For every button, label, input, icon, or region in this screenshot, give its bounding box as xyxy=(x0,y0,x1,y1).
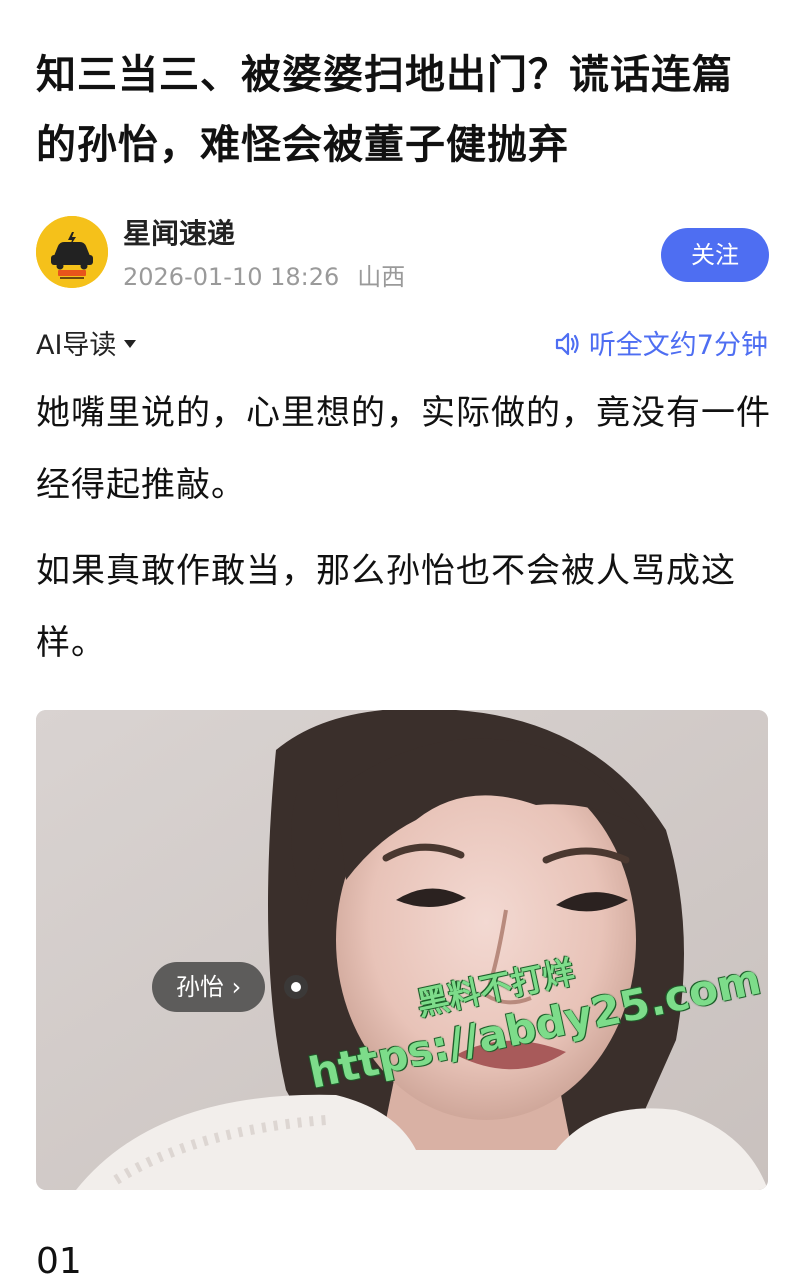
ai-guide-toggle[interactable]: AI导读 xyxy=(36,326,137,366)
speaker-icon xyxy=(555,332,579,355)
paragraph-1: 她嘴里说的，心里想的，实际做的，竟没有一件经得起推敲。 xyxy=(36,393,771,505)
publish-date: 2026-01-10 18:26 xyxy=(123,263,340,291)
car-logo-icon xyxy=(36,216,108,288)
paragraph-2: 如果真敢作敢当，那么孙怡也不会被人骂成这样。 xyxy=(36,551,736,663)
author-name[interactable]: 星闻速递 xyxy=(123,216,235,252)
article-title: 知三当三、被婆婆扫地出门？谎话连篇的孙怡，难怪会被董子健抛弃 xyxy=(36,52,733,168)
person-tag[interactable]: 孙怡 › xyxy=(152,962,266,1012)
ai-guide-label: AI导读 xyxy=(36,330,117,361)
follow-button[interactable]: 关注 xyxy=(661,228,769,282)
publish-location: 山西 xyxy=(357,263,406,291)
ai-guide-row: AI导读 听全文约7分钟 xyxy=(36,326,768,366)
author-avatar[interactable] xyxy=(36,216,108,288)
article-page: 知三当三、被婆婆扫地出门？谎话连篇的孙怡，难怪会被董子健抛弃 星闻速递 2026… xyxy=(0,0,804,1282)
caret-down-icon xyxy=(124,339,137,348)
article-photo[interactable]: 孙怡 › 黑料不打烊 https://abdy25.com xyxy=(36,710,768,1190)
author-row: 星闻速递 2026-01-10 18:26 山西 关注 xyxy=(36,214,771,294)
section-number: 01 xyxy=(36,1241,82,1282)
tag-anchor-dot xyxy=(284,975,308,999)
listen-label: 听全文约7分钟 xyxy=(588,330,768,361)
listen-button[interactable]: 听全文约7分钟 xyxy=(553,326,768,366)
author-meta: 2026-01-10 18:26 山西 xyxy=(123,262,405,292)
